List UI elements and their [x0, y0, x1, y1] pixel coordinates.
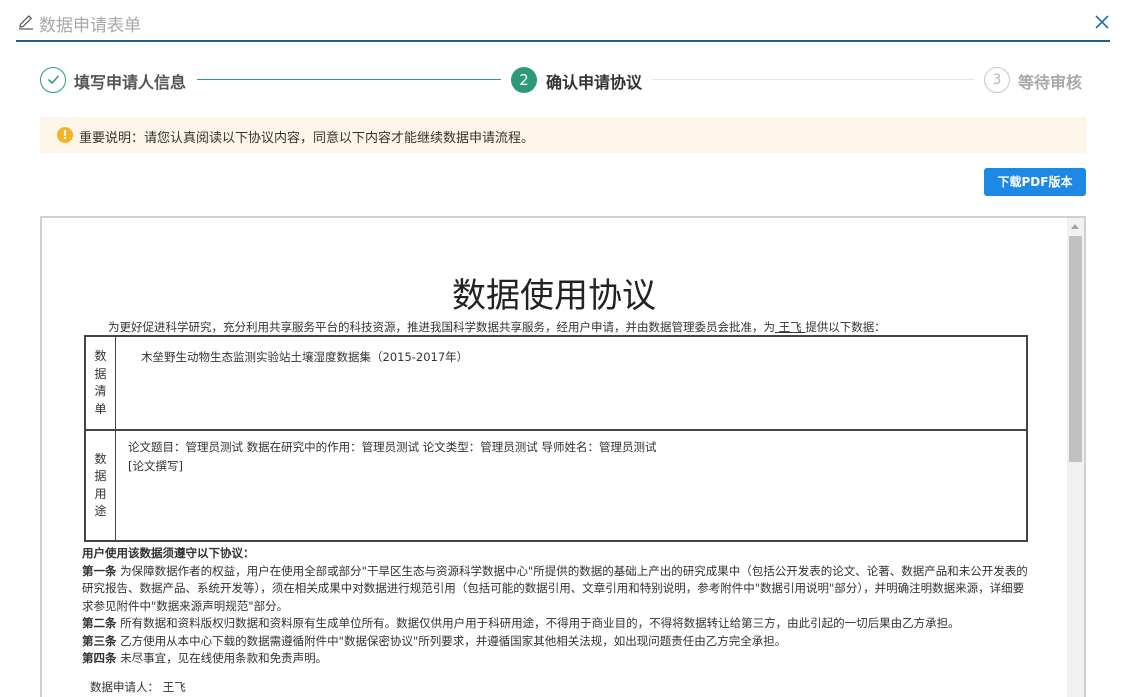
clause-head: 第四条: [82, 651, 117, 665]
label-char: 清: [94, 384, 107, 398]
step-3-number: 3: [984, 67, 1010, 93]
step-connector-2: [652, 79, 974, 80]
step-2-label: 确认申请协议: [546, 73, 643, 92]
clause-head: 第三条: [82, 633, 117, 648]
intro-prefix: 为更好促进科学研究，充分利用共享服务平台的科技资源，推进我国科学数据共享服务，经…: [108, 320, 775, 334]
agreement-intro: 为更好促进科学研究，充分利用共享服务平台的科技资源，推进我国科学数据共享服务，经…: [108, 319, 886, 335]
agreement-title: 数据使用协议: [452, 276, 656, 316]
usage-type: [论文撰写]: [128, 459, 183, 473]
data-list-row: 数 据 清 单 木垒野生动物生态监测实验站土壤湿度数据集（2015-2017年）: [86, 337, 1026, 431]
signer-name: 王飞: [162, 680, 186, 694]
step-3-label: 等待审核: [1018, 73, 1083, 92]
clauses-intro: 用户使用该数据须遵守以下协议：: [82, 546, 255, 560]
notice-banner: ! 重要说明：请您认真阅读以下协议内容，同意以下内容才能继续数据申请流程。: [40, 117, 1086, 153]
label-char: 单: [94, 401, 107, 416]
clause-3: 第三条 乙方使用从本中心下载的数据需遵循附件中"数据保密协议"所列要求，并遵循国…: [82, 633, 1028, 651]
label-char: 途: [94, 504, 107, 518]
step-2-number: 2: [511, 67, 537, 93]
agreement-document[interactable]: 数据使用协议 为更好促进科学研究，充分利用共享服务平台的科技资源，推进我国科学数…: [40, 216, 1086, 697]
clause-text: 未尽事宜，见在线使用条款和免责声明。: [116, 651, 328, 665]
dataset-name: 木垒野生动物生态监测实验站土壤湿度数据集（2015-2017年）: [141, 350, 469, 364]
close-icon[interactable]: [1094, 14, 1110, 30]
clause-head: 第二条: [82, 616, 117, 630]
label-char: 据: [94, 366, 107, 381]
download-pdf-button[interactable]: 下载PDF版本: [984, 168, 1086, 196]
clause-head: 第一条: [82, 563, 117, 578]
step-1-check-icon: [40, 67, 66, 93]
dialog-title: 数据申请表单: [39, 16, 141, 36]
pencil-icon: [19, 15, 33, 30]
clause-text: 乙方使用从本中心下载的数据需遵循附件中"数据保密协议"所列要求，并遵循国家其他相…: [116, 633, 787, 648]
clause-1: 第一条 为保障数据作者的权益，用户在使用全部或部分"干旱区生态与资源科学数据中心…: [82, 563, 1028, 616]
step-connector-1: [197, 79, 501, 80]
label-char: 据: [94, 469, 107, 483]
clause-text: 所有数据和资料版权归数据和资料原有生成单位所有。数据仅供用户用于科研用途，不得用…: [116, 616, 960, 630]
step-1-label: 填写申请人信息: [74, 73, 187, 92]
warning-icon: !: [57, 127, 73, 143]
notice-text: 重要说明：请您认真阅读以下协议内容，同意以下内容才能继续数据申请流程。: [79, 131, 535, 146]
label-char: 数: [94, 451, 107, 466]
intro-user: 王飞: [775, 320, 806, 334]
data-list-label: 数 据 清 单: [86, 337, 116, 429]
data-table: 数 据 清 单 木垒野生动物生态监测实验站土壤湿度数据集（2015-2017年）…: [84, 335, 1028, 542]
signer-line: 数据申请人： 王飞: [90, 679, 186, 695]
label-char: 用: [94, 486, 107, 501]
dialog-header: 数据申请表单: [16, 8, 1110, 42]
label-char: 数: [94, 349, 107, 363]
clause-text: 为保障数据作者的权益，用户在使用全部或部分"干旱区生态与资源科学数据中心"所提供…: [82, 563, 1028, 613]
data-usage-row: 数 据 用 途 论文题目：管理员测试 数据在研究中的作用：管理员测试 论文类型：…: [86, 431, 1026, 540]
clause-2: 第二条 所有数据和资料版权归数据和资料原有生成单位所有。数据仅供用户用于科研用途…: [82, 615, 1028, 633]
clause-4: 第四条 未尽事宜，见在线使用条款和免责声明。: [82, 650, 1028, 668]
step-progress: 填写申请人信息 2 确认申请协议 3 等待审核: [40, 66, 1086, 94]
intro-suffix: 提供以下数据：: [805, 320, 886, 334]
signer-label: 数据申请人：: [90, 680, 159, 694]
scroll-up-arrow-icon[interactable]: [1071, 224, 1079, 229]
data-usage-label: 数 据 用 途: [86, 431, 116, 540]
agreement-clauses: 用户使用该数据须遵守以下协议： 第一条 为保障数据作者的权益，用户在使用全部或部…: [82, 545, 1028, 668]
scrollbar-thumb[interactable]: [1069, 236, 1082, 462]
document-scrollbar[interactable]: [1067, 218, 1084, 697]
usage-details: 论文题目：管理员测试 数据在研究中的作用：管理员测试 论文类型：管理员测试 导师…: [128, 440, 657, 454]
